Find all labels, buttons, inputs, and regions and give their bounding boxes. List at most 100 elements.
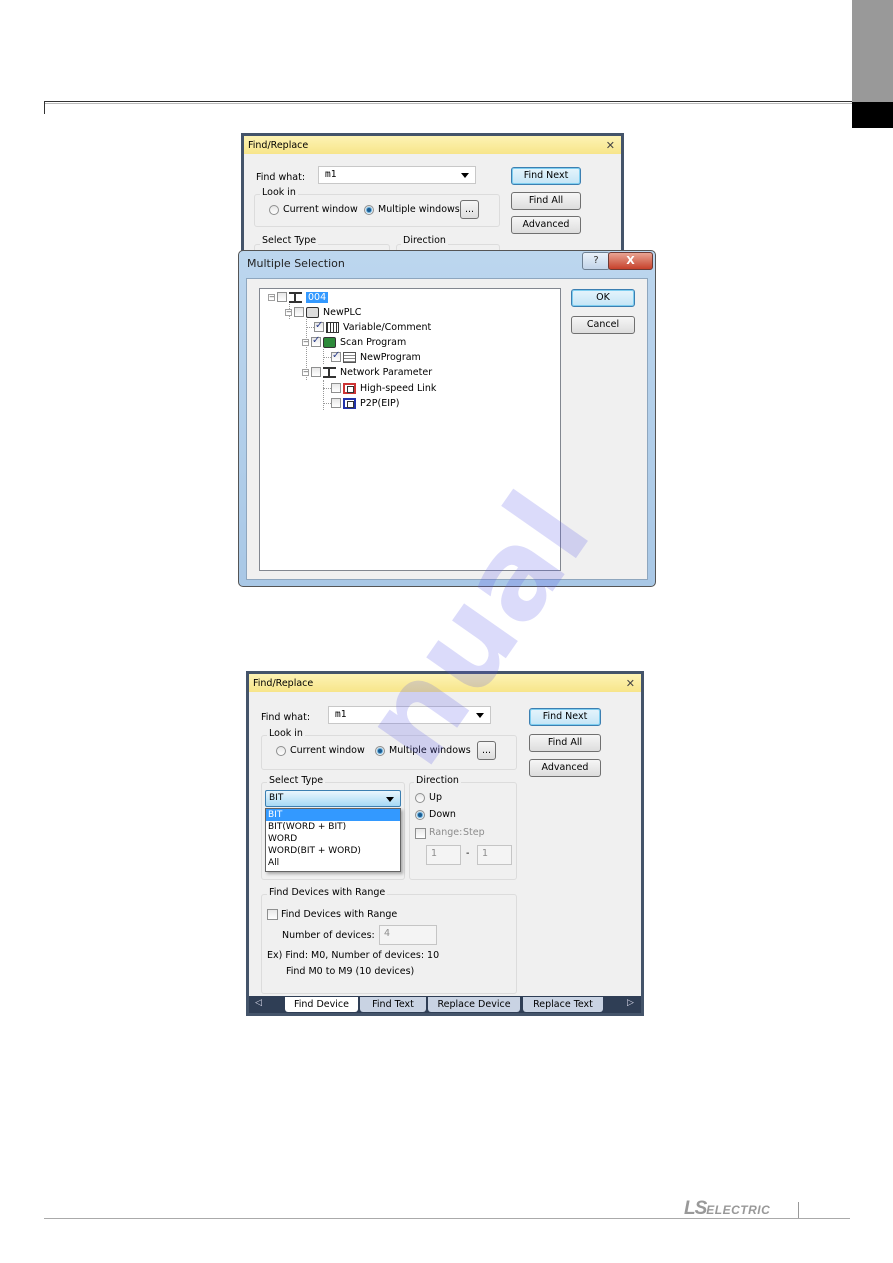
collapse-icon[interactable]: − (302, 338, 309, 346)
network-icon (289, 291, 302, 303)
cancel-button[interactable]: Cancel (571, 316, 635, 334)
tree-checkbox[interactable] (311, 335, 321, 347)
chevron-down-icon[interactable] (476, 713, 484, 718)
tab-replace-text[interactable]: Replace Text (523, 997, 603, 1012)
footer-divider (798, 1202, 799, 1218)
logo-electric: ELECTRIC (706, 1203, 771, 1217)
collapse-icon[interactable]: − (268, 293, 275, 301)
look-in-label: Look in (267, 728, 305, 739)
option-bit-word-bit[interactable]: BIT(WORD + BIT) (266, 821, 400, 833)
tree-checkbox[interactable] (331, 383, 341, 393)
find-what-value: m1 (325, 169, 337, 180)
tree-line (323, 380, 324, 410)
program-icon (343, 351, 356, 363)
tree-node-scan-program[interactable]: − Scan Program (302, 335, 406, 349)
find-what-input[interactable]: m1 (318, 166, 476, 184)
option-word[interactable]: WORD (266, 833, 400, 845)
tree-node-label: Scan Program (340, 336, 407, 348)
close-button[interactable]: X (608, 252, 653, 270)
tab-find-text[interactable]: Find Text (360, 997, 426, 1012)
range-from-input[interactable]: 1 (426, 845, 461, 865)
tree-node-newprogram[interactable]: NewProgram (331, 350, 421, 364)
number-of-devices-input[interactable]: 4 (379, 925, 437, 945)
tab-find-device[interactable]: Find Device (285, 997, 358, 1012)
radio-up-label: Up (429, 792, 442, 803)
ok-button[interactable]: OK (571, 289, 635, 307)
radio-current-window-label: Current window (290, 745, 365, 756)
tree-node-high-speed-link[interactable]: High-speed Link (331, 381, 436, 395)
close-icon[interactable]: ✕ (626, 677, 635, 690)
range-label: Range: (429, 827, 463, 838)
browse-button[interactable]: ... (477, 741, 496, 760)
select-type-value: BIT (269, 793, 284, 803)
chapter-tab-gray (852, 0, 893, 102)
tree-checkbox[interactable] (314, 320, 324, 332)
header-tick (44, 101, 45, 114)
tree-node-p2p[interactable]: P2P(EIP) (331, 396, 399, 410)
logo-ls: LS (684, 1198, 707, 1219)
advanced-button[interactable]: Advanced (529, 759, 601, 777)
tree-checkbox[interactable] (331, 350, 341, 362)
project-tree[interactable]: − 004 − NewPLC Variable/Comment − Scan (259, 288, 561, 571)
collapse-icon[interactable]: − (285, 308, 292, 316)
chevron-down-icon[interactable] (386, 797, 394, 802)
radio-multiple-windows[interactable] (364, 205, 374, 215)
range-to-input[interactable]: 1 (477, 845, 512, 865)
option-all[interactable]: All (266, 857, 400, 869)
find-next-button[interactable]: Find Next (511, 167, 581, 185)
tree-node-label: Network Parameter (340, 366, 433, 378)
radio-up[interactable] (415, 793, 425, 803)
tree-node-label: NewPLC (323, 306, 362, 318)
tree-node-label: Variable/Comment (343, 321, 432, 333)
radio-current-window-label: Current window (283, 204, 358, 215)
tab-replace-device[interactable]: Replace Device (428, 997, 520, 1012)
direction-label: Direction (401, 235, 448, 246)
collapse-icon[interactable]: − (302, 368, 309, 376)
look-in-label: Look in (260, 187, 298, 198)
p2p-icon (343, 397, 356, 409)
plc-icon (306, 306, 319, 318)
tree-node-network-parameter[interactable]: − Network Parameter (302, 365, 432, 379)
close-icon[interactable]: ✕ (606, 139, 615, 152)
advanced-button[interactable]: Advanced (511, 216, 581, 234)
option-word-bit-word[interactable]: WORD(BIT + WORD) (266, 845, 400, 857)
select-type-dropdown[interactable]: BIT (265, 790, 401, 807)
tab-scroll-left-icon[interactable]: ◁ (255, 998, 262, 1008)
tree-checkbox[interactable] (331, 398, 341, 408)
network-icon (323, 366, 336, 378)
help-button[interactable]: ? (582, 252, 610, 270)
range-checkbox[interactable] (415, 828, 426, 839)
tree-node-newplc[interactable]: − NewPLC (285, 305, 361, 319)
high-speed-link-icon (343, 382, 356, 394)
step-label: Step (463, 827, 485, 838)
find-what-label: Find what: (256, 172, 306, 183)
radio-current-window[interactable] (276, 746, 286, 756)
tree-checkbox[interactable] (294, 307, 304, 317)
tree-checkbox[interactable] (311, 367, 321, 377)
multiple-selection-dialog: Multiple Selection ? X − 004 − NewPLC ✓ … (238, 250, 656, 587)
find-all-button[interactable]: Find All (511, 192, 581, 210)
chevron-down-icon[interactable] (461, 173, 469, 178)
find-all-button[interactable]: Find All (529, 734, 601, 752)
dialog-title: Find/Replace (248, 139, 309, 151)
find-what-value: m1 (335, 709, 347, 720)
radio-multiple-windows[interactable] (375, 746, 385, 756)
tree-node-004[interactable]: − 004 (268, 290, 329, 304)
radio-down[interactable] (415, 810, 425, 820)
example-line-1: Ex) Find: M0, Number of devices: 10 (267, 950, 440, 961)
title-bar: Find/Replace ✕ (244, 136, 621, 154)
browse-button[interactable]: ... (460, 200, 479, 219)
option-bit[interactable]: BIT (266, 809, 400, 821)
tree-checkbox[interactable] (277, 292, 287, 302)
example-line-2: Find M0 to M9 (10 devices) (286, 966, 415, 977)
find-next-button[interactable]: Find Next (529, 708, 601, 726)
tab-scroll-right-icon[interactable]: ▷ (627, 998, 634, 1008)
radio-current-window[interactable] (269, 205, 279, 215)
chapter-tab-black (852, 102, 893, 128)
scan-program-icon (323, 336, 336, 348)
select-type-options: BIT BIT(WORD + BIT) WORD WORD(BIT + WORD… (265, 808, 401, 872)
find-what-input[interactable]: m1 (328, 706, 491, 724)
header-rule-light (44, 103, 852, 104)
tree-node-variable-comment[interactable]: Variable/Comment (314, 320, 431, 334)
find-devices-range-checkbox[interactable] (267, 909, 278, 920)
